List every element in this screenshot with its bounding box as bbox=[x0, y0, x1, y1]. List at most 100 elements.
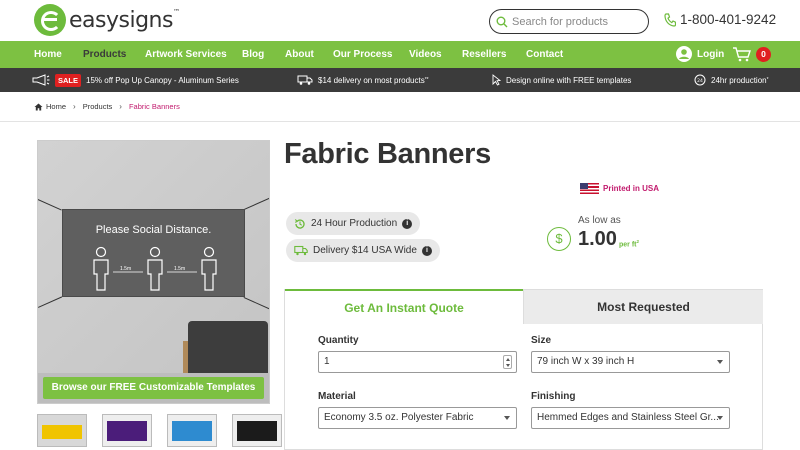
usa-flag-icon bbox=[580, 183, 599, 194]
dropdown-arrow-icon bbox=[504, 416, 510, 420]
material-value: Economy 3.5 oz. Polyester Fabric bbox=[324, 412, 474, 423]
site-header: easysigns™ 1-800-401-9242 bbox=[0, 0, 800, 41]
chevron-right-icon: › bbox=[119, 102, 122, 111]
truck-icon bbox=[297, 75, 313, 85]
finishing-select[interactable]: Hemmed Edges and Stainless Steel Gr... bbox=[531, 407, 730, 429]
price-value: 1.00 bbox=[578, 228, 617, 250]
promo-sale[interactable]: SALE 15% off Pop Up Canopy - Aluminum Se… bbox=[32, 68, 239, 92]
main-nav: Home Products Artwork Services Blog Abou… bbox=[0, 41, 800, 68]
cart-button[interactable]: 0 bbox=[732, 46, 771, 62]
printed-in-label: Printed in USA bbox=[603, 184, 660, 193]
tab-instant-quote[interactable]: Get An Instant Quote bbox=[285, 289, 523, 324]
chair bbox=[188, 321, 268, 373]
search-input[interactable] bbox=[512, 15, 637, 28]
sale-badge: SALE bbox=[55, 73, 82, 87]
truck-icon bbox=[294, 245, 308, 256]
promo-delivery: $14 delivery on most products ** bbox=[297, 68, 429, 92]
quote-panel: Get An Instant Quote Most Requested Quan… bbox=[284, 289, 763, 450]
product-image[interactable]: Please Social Distance. 1.5m 1.5m Browse… bbox=[37, 140, 270, 404]
breadcrumb-divider bbox=[0, 121, 800, 122]
cursor-pointer-icon bbox=[492, 74, 501, 86]
size-select[interactable]: 79 inch W x 39 inch H bbox=[531, 351, 730, 373]
material-select[interactable]: Economy 3.5 oz. Polyester Fabric bbox=[318, 407, 517, 429]
delivery-badge-label: Delivery $14 USA Wide bbox=[313, 245, 417, 256]
nav-item-artwork-services[interactable]: Artwork Services bbox=[145, 41, 227, 68]
thumbnail-4[interactable] bbox=[232, 414, 282, 447]
thumbnail-3[interactable] bbox=[167, 414, 217, 447]
thumbnail-strip bbox=[37, 414, 297, 447]
logo-text: easysigns bbox=[69, 7, 173, 33]
breadcrumb-home[interactable]: Home bbox=[46, 102, 66, 111]
delivery-text: $14 delivery on most products bbox=[318, 75, 425, 85]
svg-text:24: 24 bbox=[697, 78, 703, 84]
nav-item-our-process[interactable]: Our Process bbox=[333, 41, 392, 68]
promo-design: Design online with FREE templates bbox=[492, 68, 631, 92]
banner-sample-text: Please Social Distance. bbox=[95, 224, 212, 236]
quantity-stepper[interactable]: 1 bbox=[318, 351, 517, 373]
production-text: 24hr production bbox=[711, 75, 767, 85]
printed-in-usa: Printed in USA bbox=[580, 183, 659, 194]
production-badge-label: 24 Hour Production bbox=[311, 218, 398, 229]
fabric-banner-sample: Please Social Distance. 1.5m 1.5m bbox=[62, 209, 245, 297]
nav-item-products[interactable]: Products bbox=[83, 41, 126, 68]
info-icon[interactable]: i bbox=[402, 218, 413, 229]
distance-label: 1.5m bbox=[174, 266, 186, 272]
production-badge[interactable]: 24 Hour Production i bbox=[286, 212, 421, 235]
thumbnail-1[interactable] bbox=[37, 414, 87, 447]
phone-contact[interactable]: 1-800-401-9242 bbox=[664, 12, 776, 27]
24hr-clock-icon: 24 bbox=[694, 74, 706, 86]
breadcrumb: Home › Products › Fabric Banners bbox=[34, 102, 180, 111]
site-logo[interactable]: easysigns™ bbox=[34, 4, 180, 36]
nav-item-about[interactable]: About bbox=[285, 41, 314, 68]
nav-item-videos[interactable]: Videos bbox=[409, 41, 442, 68]
phone-number: 1-800-401-9242 bbox=[680, 12, 777, 27]
phone-icon bbox=[664, 12, 676, 27]
sale-text: 15% off Pop Up Canopy - Aluminum Series bbox=[86, 75, 239, 85]
as-low-as-label: As low as bbox=[578, 215, 621, 226]
breadcrumb-current: Fabric Banners bbox=[128, 102, 180, 111]
dollar-icon: $ bbox=[547, 227, 571, 251]
stepper-arrows-icon[interactable] bbox=[503, 355, 512, 369]
cart-count-badge: 0 bbox=[756, 46, 771, 62]
logo-e-icon bbox=[34, 4, 66, 36]
nav-item-blog[interactable]: Blog bbox=[242, 41, 264, 68]
login-label: Login bbox=[697, 48, 725, 60]
social-distance-figures-icon bbox=[93, 246, 217, 291]
quantity-label: Quantity bbox=[318, 335, 359, 346]
production-footnote-mark: * bbox=[766, 77, 769, 83]
login-link[interactable]: Login bbox=[676, 46, 724, 62]
cart-icon bbox=[733, 47, 751, 62]
search-icon bbox=[496, 16, 508, 27]
clock-arrow-icon bbox=[294, 218, 305, 229]
nav-item-resellers[interactable]: Resellers bbox=[462, 41, 506, 68]
info-icon[interactable]: i bbox=[421, 245, 432, 256]
breadcrumb-products[interactable]: Products bbox=[83, 102, 113, 111]
page-title: Fabric Banners bbox=[284, 138, 491, 170]
size-value: 79 inch W x 39 inch H bbox=[537, 356, 635, 367]
promo-production: 24 24hr production * bbox=[694, 68, 769, 92]
finishing-value: Hemmed Edges and Stainless Steel Gr... bbox=[537, 412, 719, 423]
delivery-footnote-mark: ** bbox=[424, 77, 429, 83]
dropdown-arrow-icon bbox=[717, 360, 723, 364]
promo-bar: SALE 15% off Pop Up Canopy - Aluminum Se… bbox=[0, 68, 800, 92]
delivery-badge[interactable]: Delivery $14 USA Wide i bbox=[286, 239, 440, 262]
home-icon bbox=[34, 103, 43, 110]
thumbnail-2[interactable] bbox=[102, 414, 152, 447]
chevron-right-icon: › bbox=[73, 102, 76, 111]
quantity-value: 1 bbox=[324, 356, 330, 367]
tab-most-requested[interactable]: Most Requested bbox=[523, 289, 763, 324]
nav-item-contact[interactable]: Contact bbox=[526, 41, 563, 68]
design-text: Design online with FREE templates bbox=[506, 75, 632, 85]
material-label: Material bbox=[318, 391, 356, 402]
size-label: Size bbox=[531, 335, 552, 346]
finishing-label: Finishing bbox=[531, 391, 576, 402]
dropdown-arrow-icon bbox=[717, 416, 723, 420]
price-unit-exponent: 2 bbox=[636, 239, 640, 244]
nav-item-home[interactable]: Home bbox=[34, 41, 62, 68]
distance-label: 1.5m bbox=[120, 266, 132, 272]
browse-templates-button[interactable]: Browse our FREE Customizable Templates bbox=[43, 377, 264, 399]
price-unit: per ft bbox=[619, 241, 637, 249]
megaphone-icon bbox=[32, 74, 50, 86]
user-icon bbox=[676, 46, 692, 62]
search-box[interactable] bbox=[489, 9, 649, 34]
